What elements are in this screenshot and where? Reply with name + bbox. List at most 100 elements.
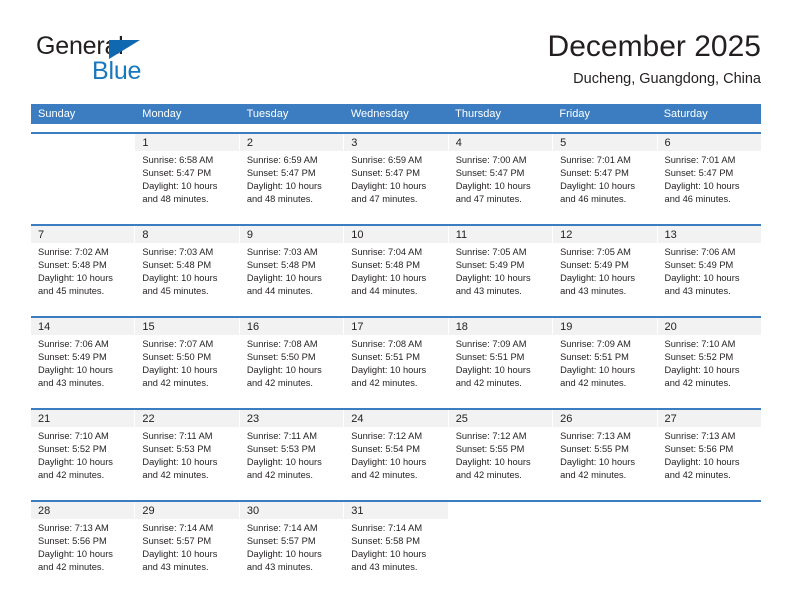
- calendar-day-cell[interactable]: 1 Sunrise: 6:58 AM Sunset: 5:47 PM Dayli…: [135, 134, 240, 216]
- calendar-day-cell[interactable]: 23 Sunrise: 7:11 AM Sunset: 5:53 PM Dayl…: [239, 410, 345, 492]
- calendar-day-cell[interactable]: 26 Sunrise: 7:13 AM Sunset: 5:55 PM Dayl…: [553, 410, 658, 492]
- day-details: Sunrise: 7:02 AM Sunset: 5:48 PM Dayligh…: [31, 243, 134, 298]
- sunset-text: Sunset: 5:55 PM: [455, 444, 525, 455]
- sunset-text: Sunset: 5:55 PM: [560, 444, 629, 455]
- calendar-day-cell[interactable]: 25 Sunrise: 7:12 AM Sunset: 5:55 PM Dayl…: [448, 410, 554, 492]
- day-number: 26: [553, 410, 657, 427]
- sunrise-text: Sunrise: 7:01 AM: [664, 155, 736, 165]
- daylight-text-line1: Daylight: 10 hours: [560, 365, 636, 376]
- day-details: Sunrise: 7:11 AM Sunset: 5:53 PM Dayligh…: [240, 427, 343, 482]
- sunset-text: Sunset: 5:48 PM: [38, 260, 107, 271]
- daylight-text-line2: and 42 minutes.: [351, 378, 418, 389]
- sunset-text: Sunset: 5:49 PM: [455, 260, 525, 271]
- day-details: Sunrise: 7:13 AM Sunset: 5:56 PM Dayligh…: [31, 519, 134, 574]
- calendar-day-cell[interactable]: 22 Sunrise: 7:11 AM Sunset: 5:53 PM Dayl…: [135, 410, 240, 492]
- weekday-header-sunday: Sunday: [38, 108, 76, 120]
- daylight-text-line1: Daylight: 10 hours: [455, 273, 531, 284]
- calendar-day-cell[interactable]: 21 Sunrise: 7:10 AM Sunset: 5:52 PM Dayl…: [31, 410, 136, 492]
- calendar-day-cell[interactable]: 30 Sunrise: 7:14 AM Sunset: 5:57 PM Dayl…: [239, 502, 345, 584]
- calendar-day-cell[interactable]: 29 Sunrise: 7:14 AM Sunset: 5:57 PM Dayl…: [135, 502, 240, 584]
- daylight-text-line1: Daylight: 10 hours: [560, 273, 636, 284]
- calendar-day-cell[interactable]: [448, 502, 554, 584]
- daylight-text-line1: Daylight: 10 hours: [351, 549, 427, 560]
- weekday-header-row: Sunday Monday Tuesday Wednesday Thursday…: [31, 104, 761, 124]
- daylight-text-line2: and 47 minutes.: [455, 194, 522, 205]
- sunset-text: Sunset: 5:56 PM: [664, 444, 734, 455]
- calendar-day-cell[interactable]: [31, 134, 136, 216]
- day-number: 6: [657, 134, 761, 151]
- day-details: Sunrise: 7:14 AM Sunset: 5:57 PM Dayligh…: [135, 519, 238, 574]
- daylight-text-line2: and 43 minutes.: [664, 286, 731, 297]
- day-number: [448, 502, 553, 519]
- sunset-text: Sunset: 5:52 PM: [664, 352, 734, 363]
- day-number: 11: [448, 226, 553, 243]
- day-details: Sunrise: 7:11 AM Sunset: 5:53 PM Dayligh…: [135, 427, 238, 482]
- sunrise-text: Sunrise: 7:14 AM: [351, 523, 423, 533]
- sunrise-text: Sunrise: 7:08 AM: [246, 339, 318, 349]
- day-number: 12: [553, 226, 657, 243]
- calendar-day-cell[interactable]: 28 Sunrise: 7:13 AM Sunset: 5:56 PM Dayl…: [31, 502, 136, 584]
- daylight-text-line2: and 42 minutes.: [38, 562, 105, 573]
- calendar-day-cell[interactable]: 4 Sunrise: 7:00 AM Sunset: 5:47 PM Dayli…: [448, 134, 554, 216]
- calendar-day-cell[interactable]: [553, 502, 658, 584]
- calendar-day-cell[interactable]: 6 Sunrise: 7:01 AM Sunset: 5:47 PM Dayli…: [657, 134, 761, 216]
- day-number: 25: [448, 410, 553, 427]
- sunrise-text: Sunrise: 7:08 AM: [351, 339, 423, 349]
- calendar-day-cell[interactable]: 9 Sunrise: 7:03 AM Sunset: 5:48 PM Dayli…: [239, 226, 345, 308]
- calendar-day-cell[interactable]: 12 Sunrise: 7:05 AM Sunset: 5:49 PM Dayl…: [553, 226, 658, 308]
- sunrise-text: Sunrise: 6:59 AM: [351, 155, 423, 165]
- day-number: 18: [448, 318, 553, 335]
- sunset-text: Sunset: 5:47 PM: [560, 168, 629, 179]
- daylight-text-line2: and 43 minutes.: [560, 286, 627, 297]
- calendar-day-cell[interactable]: 18 Sunrise: 7:09 AM Sunset: 5:51 PM Dayl…: [448, 318, 554, 400]
- calendar-day-cell[interactable]: 31 Sunrise: 7:14 AM Sunset: 5:58 PM Dayl…: [344, 502, 449, 584]
- sunrise-text: Sunrise: 7:03 AM: [142, 247, 214, 257]
- calendar-day-cell[interactable]: 10 Sunrise: 7:04 AM Sunset: 5:48 PM Dayl…: [344, 226, 449, 308]
- sunset-text: Sunset: 5:49 PM: [38, 352, 107, 363]
- day-details: Sunrise: 6:59 AM Sunset: 5:47 PM Dayligh…: [344, 151, 447, 206]
- calendar-day-cell[interactable]: 13 Sunrise: 7:06 AM Sunset: 5:49 PM Dayl…: [657, 226, 761, 308]
- sunrise-text: Sunrise: 6:58 AM: [142, 155, 214, 165]
- calendar-day-cell[interactable]: 17 Sunrise: 7:08 AM Sunset: 5:51 PM Dayl…: [344, 318, 449, 400]
- day-details: Sunrise: 7:01 AM Sunset: 5:47 PM Dayligh…: [658, 151, 761, 206]
- sunset-text: Sunset: 5:51 PM: [455, 352, 525, 363]
- daylight-text-line1: Daylight: 10 hours: [455, 181, 531, 192]
- calendar-day-cell[interactable]: 2 Sunrise: 6:59 AM Sunset: 5:47 PM Dayli…: [239, 134, 345, 216]
- calendar-day-cell[interactable]: 11 Sunrise: 7:05 AM Sunset: 5:49 PM Dayl…: [448, 226, 554, 308]
- daylight-text-line2: and 42 minutes.: [142, 470, 209, 481]
- daylight-text-line1: Daylight: 10 hours: [142, 457, 218, 468]
- calendar-day-cell[interactable]: 3 Sunrise: 6:59 AM Sunset: 5:47 PM Dayli…: [344, 134, 449, 216]
- logo-text-blue: Blue: [92, 57, 142, 85]
- day-number: [553, 502, 657, 519]
- sunrise-text: Sunrise: 7:11 AM: [142, 431, 213, 441]
- calendar-day-cell[interactable]: [657, 502, 761, 584]
- calendar-day-cell[interactable]: 16 Sunrise: 7:08 AM Sunset: 5:50 PM Dayl…: [239, 318, 345, 400]
- daylight-text-line2: and 42 minutes.: [664, 470, 731, 481]
- day-number: 13: [657, 226, 761, 243]
- calendar-day-cell[interactable]: 20 Sunrise: 7:10 AM Sunset: 5:52 PM Dayl…: [657, 318, 761, 400]
- day-details: Sunrise: 7:00 AM Sunset: 5:47 PM Dayligh…: [449, 151, 552, 206]
- calendar-day-cell[interactable]: 27 Sunrise: 7:13 AM Sunset: 5:56 PM Dayl…: [657, 410, 761, 492]
- calendar-week-row: 1 Sunrise: 6:58 AM Sunset: 5:47 PM Dayli…: [31, 132, 761, 216]
- daylight-text-line2: and 42 minutes.: [246, 470, 313, 481]
- sunset-text: Sunset: 5:53 PM: [142, 444, 212, 455]
- calendar-day-cell[interactable]: 14 Sunrise: 7:06 AM Sunset: 5:49 PM Dayl…: [31, 318, 136, 400]
- day-number: 21: [31, 410, 135, 427]
- calendar-day-cell[interactable]: 19 Sunrise: 7:09 AM Sunset: 5:51 PM Dayl…: [553, 318, 658, 400]
- calendar-day-cell[interactable]: 7 Sunrise: 7:02 AM Sunset: 5:48 PM Dayli…: [31, 226, 136, 308]
- calendar-day-cell[interactable]: 15 Sunrise: 7:07 AM Sunset: 5:50 PM Dayl…: [135, 318, 240, 400]
- calendar-day-cell[interactable]: 5 Sunrise: 7:01 AM Sunset: 5:47 PM Dayli…: [553, 134, 658, 216]
- day-details: Sunrise: 7:10 AM Sunset: 5:52 PM Dayligh…: [658, 335, 761, 390]
- generalblue-logo[interactable]: General Blue: [36, 32, 216, 94]
- daylight-text-line1: Daylight: 10 hours: [142, 549, 218, 560]
- weekday-header-friday: Friday: [559, 108, 590, 120]
- sunset-text: Sunset: 5:56 PM: [38, 536, 107, 547]
- day-number: 1: [135, 134, 239, 151]
- day-details: Sunrise: 7:09 AM Sunset: 5:51 PM Dayligh…: [449, 335, 552, 390]
- calendar-day-cell[interactable]: 24 Sunrise: 7:12 AM Sunset: 5:54 PM Dayl…: [344, 410, 449, 492]
- daylight-text-line2: and 42 minutes.: [246, 378, 313, 389]
- day-details: Sunrise: 6:58 AM Sunset: 5:47 PM Dayligh…: [135, 151, 238, 206]
- calendar-day-cell[interactable]: 8 Sunrise: 7:03 AM Sunset: 5:48 PM Dayli…: [135, 226, 240, 308]
- day-number: 8: [135, 226, 239, 243]
- sunset-text: Sunset: 5:47 PM: [455, 168, 525, 179]
